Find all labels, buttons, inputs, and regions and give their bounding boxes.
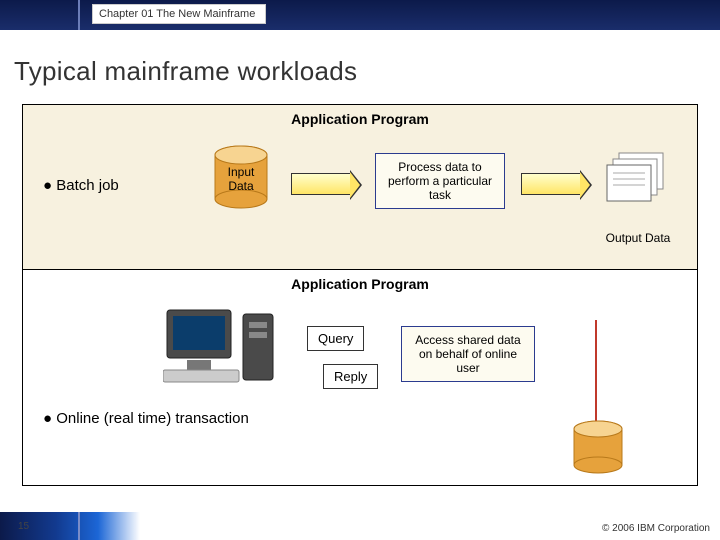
header-divider [78,0,80,30]
app-program-title-2: Application Program [291,276,429,292]
bullet-batch-job: ● Batch job [43,177,119,194]
copyright: © 2006 IBM Corporation [602,523,710,534]
process-box-batch: Process data to perform a particular tas… [375,153,505,209]
bullet-batch-job-label: Batch job [56,177,119,194]
arrow-icon [291,173,351,195]
footer-divider [78,512,80,540]
chapter-label: Chapter 01 The New Mainframe [92,4,266,24]
query-box: Query [307,326,364,351]
bullet-online-label: Online (real time) transaction [56,410,249,427]
arrow-icon [521,173,581,195]
app-program-title-1: Application Program [291,111,429,127]
pane-online: Application Program Query Reply ● Online… [23,270,697,485]
bullet-online: ● Online (real time) transaction [43,410,249,427]
output-data-label: Output Data [583,231,693,245]
diagram-frame: Application Program ● Batch job Input Da… [22,104,698,486]
input-data-label: Input Data [219,165,263,193]
connector-line [595,320,597,432]
reply-box: Reply [323,364,378,389]
footer: 15 © 2006 IBM Corporation [0,512,720,540]
process-box-online: Access shared data on behalf of online u… [401,326,535,382]
page-number: 15 [18,521,29,532]
header-bar: Chapter 01 The New Mainframe [0,0,720,30]
terminal-icon [163,304,283,394]
pane-batch: Application Program ● Batch job Input Da… [23,105,697,270]
page-title: Typical mainframe workloads [14,56,357,87]
database-icon [571,420,625,476]
documents-icon [605,149,675,205]
